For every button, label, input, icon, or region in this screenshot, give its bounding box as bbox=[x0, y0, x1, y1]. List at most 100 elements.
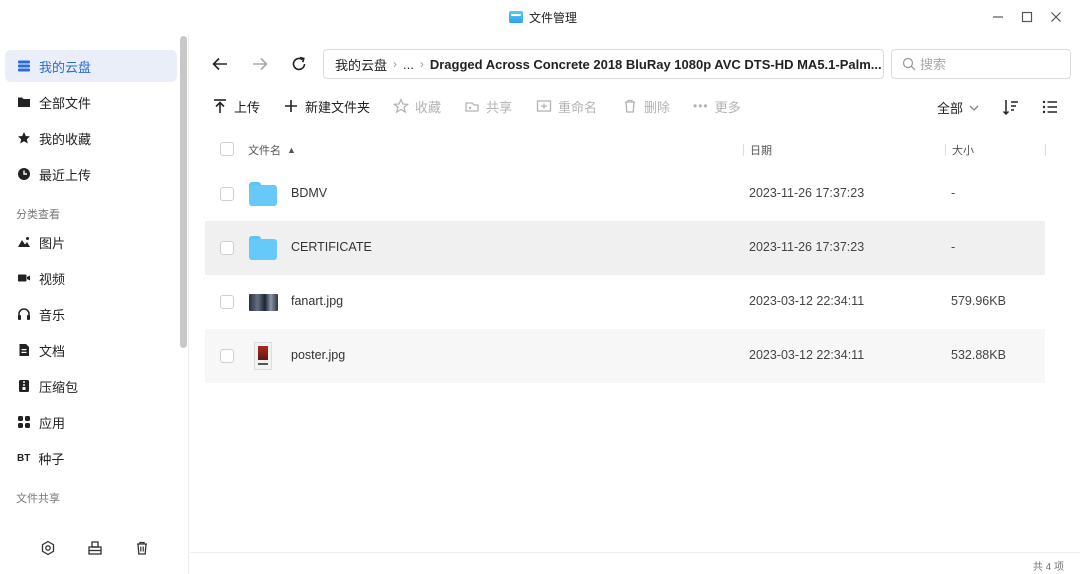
search-input[interactable] bbox=[920, 56, 1060, 72]
file-date: 2023-03-12 22:34:11 bbox=[749, 348, 865, 362]
trash-icon bbox=[137, 541, 147, 555]
file-name: poster.jpg bbox=[291, 348, 346, 362]
sidebar-item-archives[interactable]: 压缩包 bbox=[5, 370, 177, 402]
window-title: 文件管理 bbox=[529, 10, 578, 25]
filter-select[interactable]: 全部 bbox=[937, 98, 979, 117]
new-folder-label: 新建文件夹 bbox=[305, 99, 371, 115]
upload-label: 上传 bbox=[234, 99, 261, 115]
back-button[interactable] bbox=[208, 52, 232, 76]
sidebar-item-images[interactable]: 图片 bbox=[5, 226, 177, 258]
sidebar-group-category: 分类查看 bbox=[16, 209, 60, 221]
file-size: - bbox=[951, 186, 956, 200]
column-divider[interactable] bbox=[743, 144, 744, 156]
column-divider[interactable] bbox=[1045, 144, 1046, 156]
item-count: 共 4 项 bbox=[1032, 562, 1064, 573]
sidebar-item-label: 图片 bbox=[39, 235, 66, 251]
sidebar-item-documents[interactable]: 文档 bbox=[5, 334, 177, 366]
sidebar-scrollbar[interactable] bbox=[180, 36, 187, 348]
table-row[interactable]: CERTIFICATE 2023-11-26 17:37:23 - bbox=[205, 221, 1045, 275]
maximize-icon bbox=[1021, 11, 1033, 23]
sidebar-item-music[interactable]: 音乐 bbox=[5, 298, 177, 330]
sidebar-item-recent-uploads[interactable]: 最近上传 bbox=[5, 158, 177, 190]
apps-icon bbox=[17, 415, 31, 429]
sidebar-item-label: 最近上传 bbox=[39, 167, 92, 183]
forward-button[interactable] bbox=[248, 52, 272, 76]
sidebar-item-apps[interactable]: 应用 bbox=[5, 406, 177, 438]
sidebar-item-my-cloud[interactable]: 我的云盘 bbox=[5, 50, 177, 82]
table-row[interactable]: fanart.jpg 2023-03-12 22:34:11 579.96KB bbox=[205, 275, 1045, 329]
breadcrumb[interactable]: 我的云盘 › ... › Dragged Across Concrete 201… bbox=[323, 49, 884, 79]
sidebar-item-label: 视频 bbox=[39, 271, 66, 287]
column-name-label: 文件名 bbox=[248, 145, 281, 157]
column-divider[interactable] bbox=[945, 144, 946, 156]
close-button[interactable] bbox=[1047, 8, 1065, 26]
more-dots-icon: ••• bbox=[693, 99, 709, 113]
sidebar-item-favorites[interactable]: 我的收藏 bbox=[5, 122, 177, 154]
sidebar-item-videos[interactable]: 视频 bbox=[5, 262, 177, 294]
file-name: BDMV bbox=[291, 186, 328, 200]
arrow-left-icon bbox=[212, 57, 227, 71]
list-view-button[interactable] bbox=[1039, 96, 1061, 118]
sidebar-item-all-files[interactable]: 全部文件 bbox=[5, 86, 177, 118]
sort-icon bbox=[1002, 100, 1018, 116]
title-bar: 文件管理 bbox=[0, 0, 1080, 34]
file-date: 2023-03-12 22:34:11 bbox=[749, 294, 865, 308]
clock-icon bbox=[17, 167, 31, 181]
search-box[interactable] bbox=[891, 49, 1071, 79]
image-thumbnail bbox=[248, 288, 278, 316]
row-checkbox[interactable] bbox=[220, 349, 234, 363]
row-checkbox[interactable] bbox=[220, 295, 234, 309]
sidebar-item-torrents[interactable]: BT 种子 bbox=[5, 442, 177, 474]
star-icon bbox=[17, 131, 31, 145]
rename-button[interactable]: 重命名 bbox=[536, 94, 597, 118]
favorite-label: 收藏 bbox=[415, 99, 442, 115]
table-row[interactable]: BDMV 2023-11-26 17:37:23 - bbox=[205, 167, 1045, 221]
select-all-checkbox[interactable] bbox=[220, 142, 234, 156]
column-size[interactable]: 大小 bbox=[952, 142, 974, 158]
main-panel: 我的云盘 › ... › Dragged Across Concrete 201… bbox=[190, 34, 1080, 574]
document-icon bbox=[17, 343, 31, 357]
table-header: 文件名 ▲ 日期 大小 bbox=[205, 138, 1046, 162]
search-icon bbox=[902, 57, 916, 71]
upload-button[interactable]: 上传 bbox=[212, 94, 260, 118]
file-manager-icon bbox=[509, 11, 523, 23]
external-device-icon bbox=[88, 541, 102, 555]
rename-label: 重命名 bbox=[558, 99, 598, 115]
sort-button[interactable] bbox=[1000, 96, 1022, 118]
breadcrumb-current[interactable]: Dragged Across Concrete 2018 BluRay 1080… bbox=[430, 57, 882, 72]
settings-button[interactable] bbox=[38, 538, 58, 558]
external-device-button[interactable] bbox=[85, 538, 105, 558]
archive-icon bbox=[17, 379, 31, 393]
filter-value: 全部 bbox=[937, 101, 964, 116]
delete-button[interactable]: 删除 bbox=[622, 94, 670, 118]
breadcrumb-root[interactable]: 我的云盘 bbox=[335, 55, 387, 74]
share-button[interactable]: 共享 bbox=[464, 94, 512, 118]
refresh-button[interactable] bbox=[287, 52, 311, 76]
column-date[interactable]: 日期 bbox=[750, 142, 772, 158]
file-size: - bbox=[951, 240, 956, 254]
folder-icon bbox=[248, 234, 278, 262]
sidebar-bottom-actions bbox=[0, 534, 189, 562]
close-icon bbox=[1051, 12, 1061, 22]
more-button[interactable]: ••• 更多 bbox=[693, 94, 741, 118]
star-outline-icon bbox=[393, 98, 409, 114]
status-bar: 共 4 项 bbox=[190, 552, 1080, 574]
delete-label: 删除 bbox=[644, 99, 671, 115]
file-name: fanart.jpg bbox=[291, 294, 344, 308]
breadcrumb-ellipsis[interactable]: ... bbox=[403, 57, 414, 72]
row-checkbox[interactable] bbox=[220, 187, 234, 201]
video-icon bbox=[17, 271, 31, 285]
minimize-button[interactable] bbox=[989, 8, 1007, 26]
plus-icon bbox=[285, 100, 297, 112]
sidebar: 我的云盘 全部文件 我的收藏 最近上传 分类查看 图片 视频 音乐 文档 压缩包… bbox=[0, 34, 189, 574]
table-row[interactable]: poster.jpg 2023-03-12 22:34:11 532.88KB bbox=[205, 329, 1045, 383]
settings-icon bbox=[41, 540, 55, 556]
share-icon bbox=[465, 102, 479, 112]
maximize-button[interactable] bbox=[1018, 8, 1036, 26]
trash-button[interactable] bbox=[132, 538, 152, 558]
favorite-button[interactable]: 收藏 bbox=[393, 94, 441, 118]
new-folder-button[interactable]: 新建文件夹 bbox=[283, 94, 370, 118]
row-checkbox[interactable] bbox=[220, 241, 234, 255]
column-name[interactable]: 文件名 ▲ bbox=[248, 142, 296, 158]
file-date: 2023-11-26 17:37:23 bbox=[749, 240, 865, 254]
